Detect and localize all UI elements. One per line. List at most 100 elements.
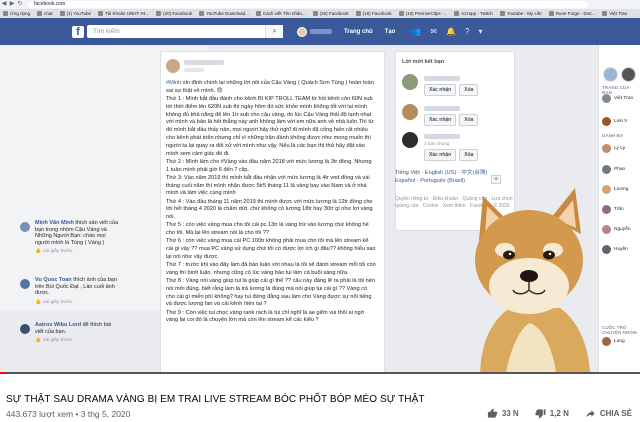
bookmark-label: Azzapp - Twitch [461,11,493,16]
post-paragraph: Thứ 3: Vào năm 2019 thì mình bắt đầu nhậ… [166,175,376,198]
bookmark-favicon-icon [454,11,460,16]
bookmark-item: Rune Forge - Dos... [548,11,596,16]
confirm-button: Xác nhận [424,84,457,96]
confirm-button: Xác nhận [424,114,457,126]
chat-contact: Ly Ly [602,144,625,153]
avatar [20,324,30,334]
chat-contact-name: Lương [614,187,629,192]
bookmark-item: (25) Facebook [312,11,349,16]
bookmark-label: (19) PremierClips -... [405,11,448,16]
like-icon: 👍 [35,299,41,305]
like-count: 33 N [501,409,519,418]
bookmark-item: Ứng dụng [3,11,30,16]
bookmarks-bar: Ứng dụng chat (1) YouTube Tài Khoản UNHT #4… [0,9,640,18]
video-title: SỰ THẬT SAU DRAMA VÀNG BỊ EM TRAI LIVE S… [6,394,425,405]
bookmark-item: (19) PremierClips -... [398,11,448,16]
chat-contact-name: Nguyễn [614,227,631,232]
friend-request-item: Xác nhận Xóa [402,104,512,126]
bookmark-item: Tài Khoản UNHT #4... [97,11,150,16]
chat-contact-name: Loki V [614,119,628,124]
friend-requests-title: Lời mời kết bạn [402,59,445,65]
search-placeholder: Tìm kiếm [93,28,120,35]
search-icon: ⌕ [265,25,283,38]
paragraph-text: Thứ 9 : Còn việc tui chọc vàng rank rách… [166,309,365,324]
chat-contact: Việt Tran [602,94,633,103]
request-name-blurred [424,134,460,139]
language-option: English (US) [424,170,457,176]
bookmark-label: (25) Facebook [319,11,349,16]
bookmark-item: Azzapp - Twitch [454,11,493,16]
bookmark-label: YouTube Download... [206,11,249,16]
video-info-section: SỰ THẬT SAU DRAMA VÀNG BỊ EM TRAI LIVE S… [0,374,640,422]
like-button[interactable]: 33 N [487,408,519,419]
chat-contact: Long [602,337,625,346]
friend-request-item: 2 bạn chung Xác nhận Xóa [402,132,512,161]
avatar [602,165,611,174]
notification-time-text: vài giây trước [42,338,73,343]
paragraph-text: Thứ 8 : Vàng nói vàng giúp tui là giúp c… [166,278,375,308]
fb-notification-icons: 👥 ✉ 🔔 ? ▾ [411,27,482,36]
dislike-button[interactable]: 1,2 N [535,408,569,419]
post-paragraph: #Minh xin đính chính lại những lời nói c… [166,80,376,96]
messenger-icon: ✉ [430,27,438,36]
request-name-blurred [424,106,460,111]
post-paragraph: Thứ 5 : còn việc vàng mua cho tôi cái pc… [166,222,376,238]
bookmark-item: YouTube Download... [199,11,249,16]
notification-time: 👍 vài giây trước [35,338,120,343]
avatar [602,205,611,214]
bookmark-favicon-icon [59,11,65,16]
avatar [602,185,611,194]
bookmark-favicon-icon [156,11,162,16]
post-paragraph: Thứ 2 : Mình làm cho #Vàng vào đầu năm 2… [166,159,376,175]
bookmark-favicon-icon [37,11,43,16]
avatar [166,59,180,73]
notification-time: 👍 vài giây trước [35,300,120,305]
thumbs-down-icon [535,409,546,419]
bookmark-label: Tài Khoản UNHT #4... [104,11,150,16]
dislike-count: 1,2 N [549,409,569,418]
post-date-blurred [184,68,204,72]
paragraph-text: Thứ 7 : trước khi vào đây làm đã bàn luậ… [166,262,376,276]
delete-button: Xóa [459,84,479,96]
notification-name: Vu Quoc Toan [35,277,72,283]
notification-time: 👍 vài giây trước [35,249,120,254]
chat-contact: Lương [602,185,628,194]
avatar [602,245,611,254]
video-meta: 443.673 lượt xem • 3 thg 5, 2020 [6,409,130,419]
bookmark-favicon-icon [97,11,103,16]
notification-text: Vu Quoc Toan thích ảnh của bạn trên Bùi … [35,277,120,297]
notification-item: Vu Quoc Toan thích ảnh của bạn trên Bùi … [20,277,120,305]
bookmark-label: Cách viết Tên nhân... [262,11,306,16]
post-header [166,59,224,73]
video-actions: 33 N 1,2 N CHIA SẺ [487,408,632,419]
facebook-post: #Minh xin đính chính lại những lời nói c… [160,51,385,374]
bookmark-label: (18) Facebook [362,11,392,16]
current-language: Tiếng Việt [395,170,420,176]
bookmark-favicon-icon [499,11,505,16]
chat-contact: Huyền [602,245,628,254]
video-player[interactable]: ◀ ▶ ↻ facebook.com Ứng dụng chat (1) YouTu… [0,0,640,374]
notifications-icon: 🔔 [446,27,456,36]
chat-contact: Phan [602,165,625,174]
nav-home: Trang chủ [344,28,373,35]
bookmark-label: (20) Facebook [163,11,193,16]
bookmark-favicon-icon [255,11,261,16]
bookmark-label: Rune Forge - Dos... [555,11,596,16]
avatar [602,337,611,346]
profile-link [297,26,332,37]
bookmark-label: Youtube - My Life [506,11,542,16]
bookmark-item: (20) Facebook [156,11,192,16]
avatar [402,74,418,90]
chat-contact: Loki V [602,117,627,126]
like-icon: 👍 [35,338,41,343]
request-name-blurred [424,76,460,81]
avatar [402,104,418,120]
share-button[interactable]: CHIA SẺ [585,408,632,419]
language-option: Español [395,177,416,184]
paragraph-text: Thứ 5 : còn việc vàng mua cho tôi cái pc… [166,222,369,237]
notification-item: Minh Văn Minh thích sản viết của bạn tro… [20,220,120,254]
avatar [603,67,618,82]
bookmark-label: chat [44,11,53,16]
reload-icon: ↻ [17,1,23,7]
bookmark-favicon-icon [355,11,361,16]
